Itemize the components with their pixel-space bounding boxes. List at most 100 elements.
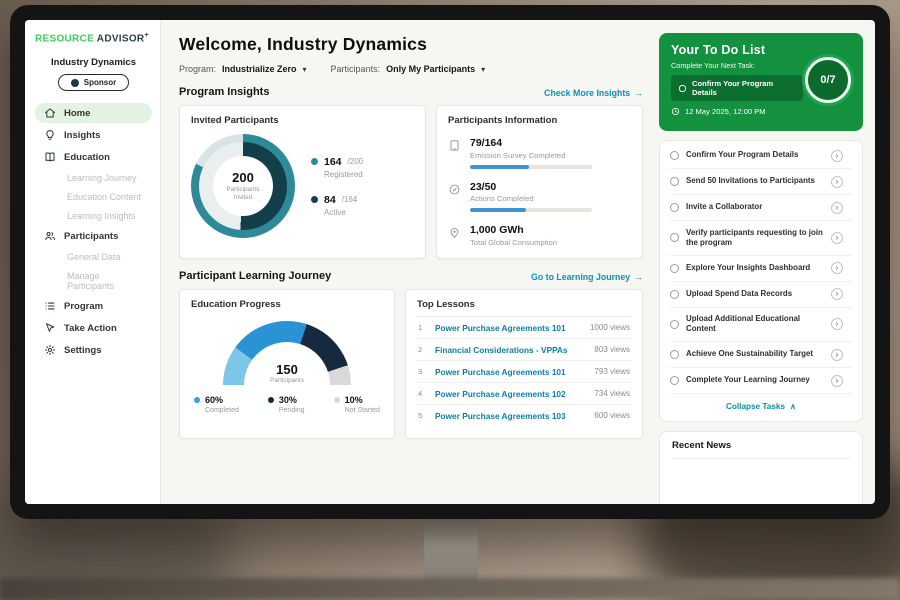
app-logo: RESOURCE ADVISOR+	[35, 32, 152, 44]
sidebar-item-insights[interactable]: Insights	[35, 125, 152, 145]
chevron-right-icon[interactable]: ›	[831, 202, 843, 214]
task-checkbox[interactable]	[670, 264, 679, 273]
program-filter[interactable]: Program: Industrialize Zero ▾	[179, 64, 307, 74]
task-row-invite-a-collaborator[interactable]: Invite a Collaborator›	[670, 195, 852, 221]
task-checkbox[interactable]	[670, 177, 679, 186]
task-checkbox[interactable]	[670, 233, 679, 242]
chevron-down-icon: ▾	[481, 65, 485, 74]
gauge-legend-value: 60%	[205, 395, 223, 405]
legend-dot	[311, 158, 318, 165]
survey-icon	[448, 139, 461, 152]
task-label: Send 50 Invitations to Participants	[686, 176, 824, 186]
monitor-stand	[424, 517, 478, 587]
todo-task-list: Confirm Your Program Details›Send 50 Inv…	[670, 143, 852, 394]
participants-filter-label: Participants:	[331, 64, 381, 74]
gauge-legend-top: 10%	[334, 395, 380, 405]
chevron-right-icon[interactable]: ›	[831, 288, 843, 300]
chevron-right-icon[interactable]: ›	[831, 176, 843, 188]
gauge-legend-not-started: 10%Not Started	[334, 395, 380, 414]
task-row-verify-participants-requesting-to-join-the-program[interactable]: Verify participants requesting to join t…	[670, 221, 852, 256]
top-lessons-card: Top Lessons 1Power Purchase Agreements 1…	[405, 289, 643, 439]
task-label: Verify participants requesting to join t…	[686, 228, 824, 249]
task-checkbox[interactable]	[670, 320, 679, 329]
program-insights-header: Program Insights Check More Insights →	[179, 86, 643, 98]
learning-cards-row: Education Progress 150 Participants 60%C…	[179, 289, 643, 439]
stat-body: 1,000 GWhTotal Global Consumption	[470, 224, 557, 247]
task-checkbox[interactable]	[670, 151, 679, 160]
participants-filter-value: Only My Participants	[386, 64, 475, 74]
sidebar-item-label: Program	[64, 301, 103, 312]
stat-value: 1,000 GWh	[470, 224, 557, 236]
main-content: Welcome, Industry Dynamics Program: Indu…	[161, 20, 657, 504]
sidebar-item-learning-journey[interactable]: Learning Journey	[35, 169, 152, 186]
legend-dot	[334, 397, 340, 403]
todo-next-task-chip[interactable]: Confirm Your Program Details	[671, 75, 803, 101]
lesson-link[interactable]: Power Purchase Agreements 101	[435, 323, 581, 333]
task-checkbox[interactable]	[670, 290, 679, 299]
dashboard-screen: RESOURCE ADVISOR+ Industry Dynamics Spon…	[25, 20, 875, 504]
legend-entry-top: 164/200	[311, 156, 363, 168]
task-label: Confirm Your Program Details	[686, 150, 824, 160]
sidebar-item-home[interactable]: Home	[35, 103, 152, 123]
chevron-right-icon[interactable]: ›	[831, 318, 843, 330]
stat-value: 79/164	[470, 137, 592, 149]
consumption-icon	[448, 226, 461, 239]
task-label: Explore Your Insights Dashboard	[686, 263, 824, 273]
monitor-bezel: RESOURCE ADVISOR+ Industry Dynamics Spon…	[10, 5, 890, 519]
lesson-link[interactable]: Power Purchase Agreements 101	[435, 367, 585, 377]
todo-progress-ring: 0/7	[805, 57, 851, 103]
logo-plus: +	[144, 32, 148, 39]
arrow-right-icon: →	[634, 88, 643, 98]
task-checkbox[interactable]	[670, 203, 679, 212]
legend-value: 164	[324, 156, 342, 168]
task-checkbox[interactable]	[670, 376, 679, 385]
sidebar-item-label: Take Action	[64, 323, 117, 334]
collapse-tasks-link[interactable]: Collapse Tasks ∧	[670, 394, 852, 419]
lesson-rank: 2	[418, 345, 426, 354]
chevron-right-icon[interactable]: ›	[831, 232, 843, 244]
sidebar-item-learning-insights[interactable]: Learning Insights	[35, 207, 152, 224]
chevron-right-icon[interactable]: ›	[831, 375, 843, 387]
lesson-link[interactable]: Financial Considerations - VPPAs	[435, 345, 585, 355]
sidebar-item-take-action[interactable]: Take Action	[35, 318, 152, 338]
gauge-legend-value: 30%	[279, 395, 297, 405]
task-row-complete-your-learning-journey[interactable]: Complete Your Learning Journey›	[670, 368, 852, 394]
task-row-achieve-one-sustainability-target[interactable]: Achieve One Sustainability Target›	[670, 342, 852, 368]
chevron-right-icon[interactable]: ›	[831, 150, 843, 162]
legend-denominator: /200	[348, 157, 364, 166]
go-to-learning-journey-link[interactable]: Go to Learning Journey →	[531, 272, 643, 282]
task-row-upload-additional-educational-content[interactable]: Upload Additional Educational Content›	[670, 308, 852, 343]
participants-filter[interactable]: Participants: Only My Participants ▾	[331, 64, 486, 74]
task-checkbox[interactable]	[670, 350, 679, 359]
lesson-link[interactable]: Power Purchase Agreements 102	[435, 389, 585, 399]
donut-legend-active: 84/164Active	[311, 194, 363, 217]
chevron-right-icon[interactable]: ›	[831, 262, 843, 274]
sidebar-item-education-content[interactable]: Education Content	[35, 188, 152, 205]
task-row-explore-your-insights-dashboard[interactable]: Explore Your Insights Dashboard ›	[670, 256, 852, 282]
todo-next-task-label: Confirm Your Program Details	[692, 79, 796, 97]
sidebar-item-education[interactable]: Education	[35, 147, 152, 167]
sidebar-item-participants[interactable]: Participants	[35, 226, 152, 246]
lesson-link[interactable]: Power Purchase Agreements 103	[435, 411, 585, 421]
sidebar-item-manage-participants[interactable]: Manage Participants	[35, 267, 152, 294]
invited-donut-chart: 200 Participants Invited	[191, 134, 295, 238]
check-more-insights-label: Check More Insights	[544, 88, 630, 98]
task-row-confirm-your-program-details[interactable]: Confirm Your Program Details ›	[670, 143, 852, 169]
check-more-insights-link[interactable]: Check More Insights →	[544, 88, 643, 98]
stat-total-global-consumption: 1,000 GWhTotal Global Consumption	[448, 224, 631, 247]
task-row-send-50-invitations-to-participants[interactable]: Send 50 Invitations to Participants ›	[670, 169, 852, 195]
stat-body: 23/50Actions Completed	[470, 181, 592, 213]
chevron-right-icon[interactable]: ›	[831, 349, 843, 361]
sponsor-badge[interactable]: Sponsor	[58, 74, 129, 91]
lesson-row: 5Power Purchase Agreements 103600 views	[417, 405, 631, 426]
sidebar-item-program[interactable]: Program	[35, 296, 152, 316]
sidebar-item-general-data[interactable]: General Data	[35, 248, 152, 265]
sidebar-item-settings[interactable]: Settings	[35, 340, 152, 360]
lesson-row: 3Power Purchase Agreements 101793 views	[417, 361, 631, 383]
chevron-down-icon: ▾	[303, 65, 307, 74]
task-row-upload-spend-data-records[interactable]: Upload Spend Data Records›	[670, 282, 852, 308]
sidebar-item-label: General Data	[67, 252, 121, 262]
filter-bar: Program: Industrialize Zero ▾ Participan…	[179, 64, 643, 74]
learning-journey-header: Participant Learning Journey Go to Learn…	[179, 270, 643, 282]
invited-participants-body: 200 Participants Invited 164/200Register…	[191, 134, 414, 238]
